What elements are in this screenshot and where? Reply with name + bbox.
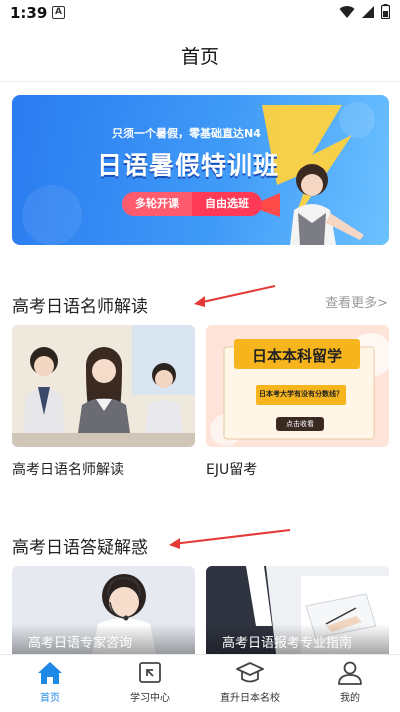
section-title-teachers: 高考日语名师解读	[12, 297, 148, 317]
nav-label: 直升日本名校	[220, 693, 280, 704]
promo-banner[interactable]: 只须一个暑假，零基础直达N4 日语暑假特训班 多轮开课 自由选班	[12, 95, 389, 245]
nav-label: 首页	[40, 693, 60, 704]
nav-item-profile[interactable]: 我的	[300, 655, 400, 712]
nav-item-study-center[interactable]: 学习中心	[100, 655, 200, 712]
status-icons	[339, 4, 390, 19]
annotation-arrow	[169, 529, 291, 549]
nav-item-home[interactable]: 首页	[0, 655, 100, 712]
study-center-icon	[139, 662, 161, 683]
image-button: 点击收看	[286, 420, 314, 428]
app-header: 首页	[0, 26, 400, 82]
card-image: 高考日语报考专业指南	[206, 566, 389, 654]
card-teacher-interpretation[interactable]: 高考日语名师解读	[12, 325, 195, 479]
card-label: 高考日语名师解读	[12, 462, 124, 478]
wifi-icon	[339, 5, 355, 18]
banner-tag-right: 自由选班	[192, 192, 262, 216]
banner-subtitle: 只须一个暑假，零基础直达N4	[112, 127, 261, 140]
nav-label: 学习中心	[130, 693, 170, 704]
page-title: 首页	[180, 46, 219, 68]
card-image: 日本本科留学 日本考大学有没有分数线？ 点击收看	[206, 325, 389, 447]
image-title: 日本本科留学	[251, 347, 342, 365]
banner-tag-left: 多轮开课	[135, 197, 179, 210]
card-image: 高考日语专家咨询	[12, 566, 195, 654]
person-icon	[338, 661, 362, 685]
card-expert-consult[interactable]: 高考日语专家咨询	[12, 566, 195, 654]
card-caption: 高考日语报考专业指南	[206, 624, 389, 654]
banner-tags: 多轮开课 自由选班	[122, 192, 262, 216]
banner-title: 日语暑假特训班	[97, 151, 280, 180]
bottom-nav: 首页 学习中心 直升日本名校 我的	[0, 654, 400, 712]
card-eju[interactable]: 日本本科留学 日本考大学有没有分数线？ 点击收看 EJU留考	[206, 325, 389, 479]
signal-icon	[362, 5, 374, 18]
card-label: EJU留考	[206, 462, 258, 478]
home-icon	[38, 662, 62, 684]
annotation-arrow	[194, 285, 276, 307]
status-time: 1:39	[10, 4, 48, 22]
card-caption: 高考日语专家咨询	[12, 624, 195, 654]
graduation-cap-icon	[236, 662, 264, 683]
nav-item-top-schools[interactable]: 直升日本名校	[200, 655, 300, 712]
image-subtitle: 日本考大学有没有分数线？	[259, 390, 343, 398]
status-bar: 1:39 A	[0, 0, 400, 26]
card-image	[12, 325, 195, 447]
notification-icon: A	[52, 6, 65, 19]
section-title-qa: 高考日语答疑解惑	[12, 538, 148, 558]
nav-label: 我的	[340, 693, 360, 704]
view-more-link[interactable]: 查看更多>	[325, 292, 388, 311]
battery-icon	[381, 4, 390, 19]
card-major-guide[interactable]: 高考日语报考专业指南	[206, 566, 389, 654]
students-illustration	[12, 325, 195, 447]
